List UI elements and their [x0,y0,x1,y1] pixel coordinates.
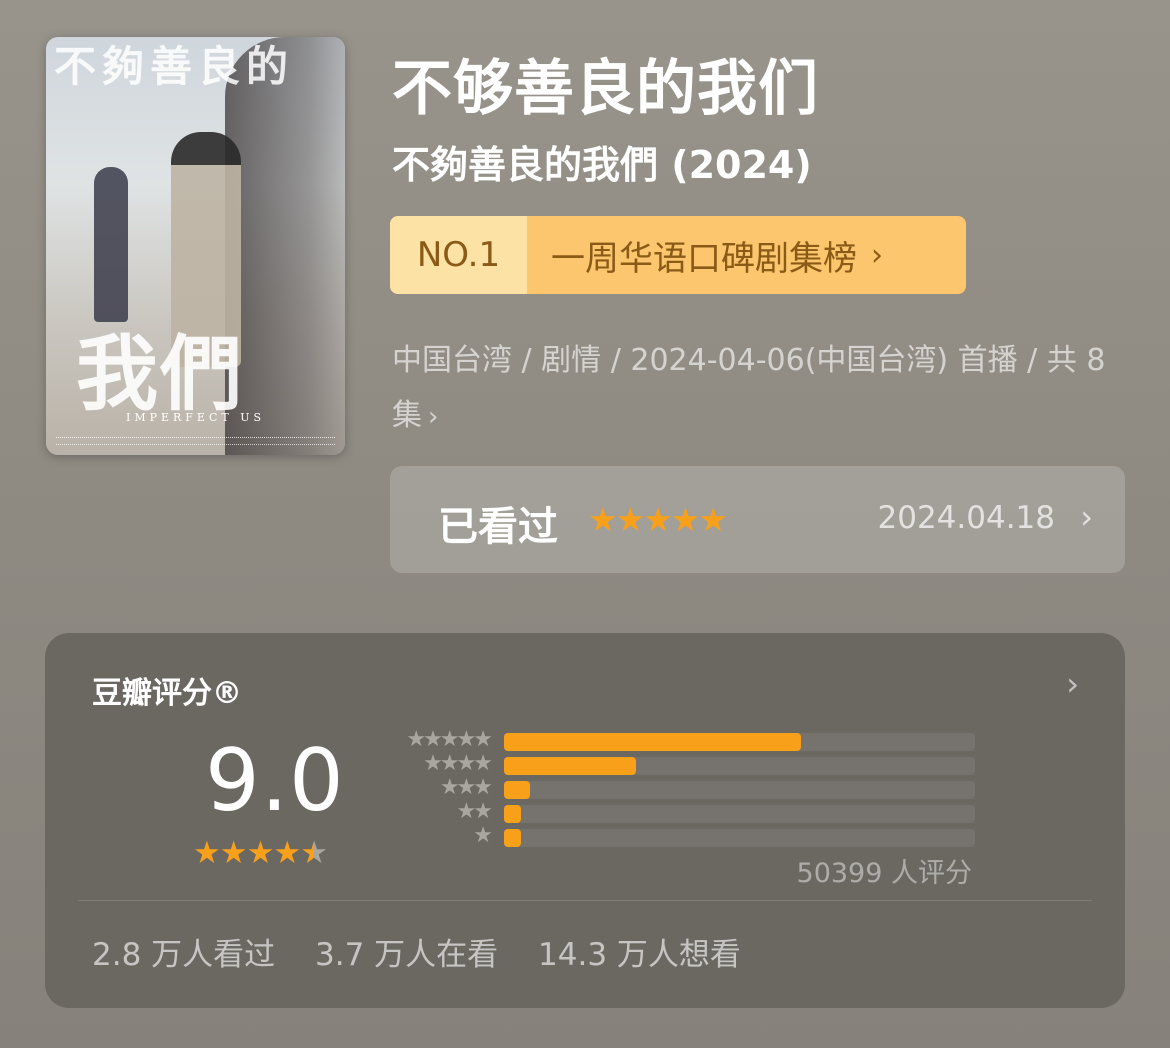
rank-number: NO.1 [390,216,527,294]
rating-bar-track [504,733,975,751]
rating-bar-track [504,805,975,823]
average-stars: ★★★★★ [193,835,328,871]
rank-label: 一周华语口碑剧集榜 [551,238,857,279]
chevron-right-icon: › [871,237,883,273]
page-title: 不够善良的我们 [392,54,819,124]
watching-count[interactable]: 3.7 万人在看 [315,937,498,973]
rating-bar-fill [504,733,801,751]
rating-panel-title: 豆瓣评分® [92,676,242,711]
star-level-icon: ★★★★★ [406,727,493,752]
watch-stats: 2.8 万人看过 3.7 万人在看 14.3 万人想看 [92,929,771,974]
meta-info[interactable]: 中国台湾 / 剧情 / 2024-04-06(中国台湾) 首播 / 共 8 集 › [392,333,1112,445]
star-icon: ★ [273,835,301,871]
meta-line: 中国台湾 / 剧情 / 2024-04-06(中国台湾) 首播 / 共 8 集 [392,343,1106,433]
rating-bar-fill [504,805,521,823]
poster-calligraphy-top: 不夠善良的 [54,42,295,91]
star-icon: ★ [588,500,618,539]
watch-status: 已看过 [438,504,558,550]
star-level-icon: ★ [473,823,493,848]
star-icon: ★ [615,500,646,539]
user-rating-stars: ★★★★★ [588,500,728,539]
original-title: 不夠善良的我們 (2024) [392,143,812,187]
poster-english-title: IMPERFECT US [125,411,266,424]
want-count[interactable]: 14.3 万人想看 [538,937,741,973]
rating-bar-track [504,757,975,775]
rating-bar-track [504,829,975,847]
poster-credits [56,437,335,445]
star-level-icon: ★★ [456,799,493,824]
divider [78,900,1092,901]
my-rating-box[interactable]: 已看过 ★★★★★ 2024.04.18 › [390,466,1125,573]
star-level-icon: ★★★★ [423,751,493,776]
poster-calligraphy-bottom: 我們 [76,326,245,422]
rank-badge[interactable]: NO.1 一周华语口碑剧集榜 › [390,216,966,294]
star-level-icon: ★★★ [439,775,493,800]
rating-bar-track [504,781,975,799]
poster-figure-left [94,167,128,322]
star-icon: ★ [246,835,275,871]
rating-bar-fill [504,829,521,847]
chevron-right-icon: › [428,402,439,432]
rating-score: 9.0 [205,731,345,831]
chevron-right-icon[interactable]: › [1066,665,1079,703]
half-star-icon: ★ [300,835,328,871]
rating-bar-fill [504,757,636,775]
star-icon: ★ [219,835,248,871]
star-icon: ★ [670,500,701,539]
rating-bar-fill [504,781,530,799]
watch-date: 2024.04.18 [877,500,1056,536]
rank-label-wrap: 一周华语口碑剧集榜 › [527,216,966,294]
star-icon: ★ [698,500,728,539]
poster-image[interactable]: 不夠善良的 我們 IMPERFECT US [46,37,345,455]
rating-panel: 豆瓣评分® › 9.0 ★★★★★ ★★★★★ ★★★★ ★★★ ★★ ★ 50399 … [45,633,1125,1008]
star-icon: ★ [643,500,673,539]
star-icon: ★ [193,835,221,871]
watched-count[interactable]: 2.8 万人看过 [92,937,275,973]
chevron-right-icon: › [1080,498,1093,536]
rater-count[interactable]: 50399 人评分 [797,851,972,890]
